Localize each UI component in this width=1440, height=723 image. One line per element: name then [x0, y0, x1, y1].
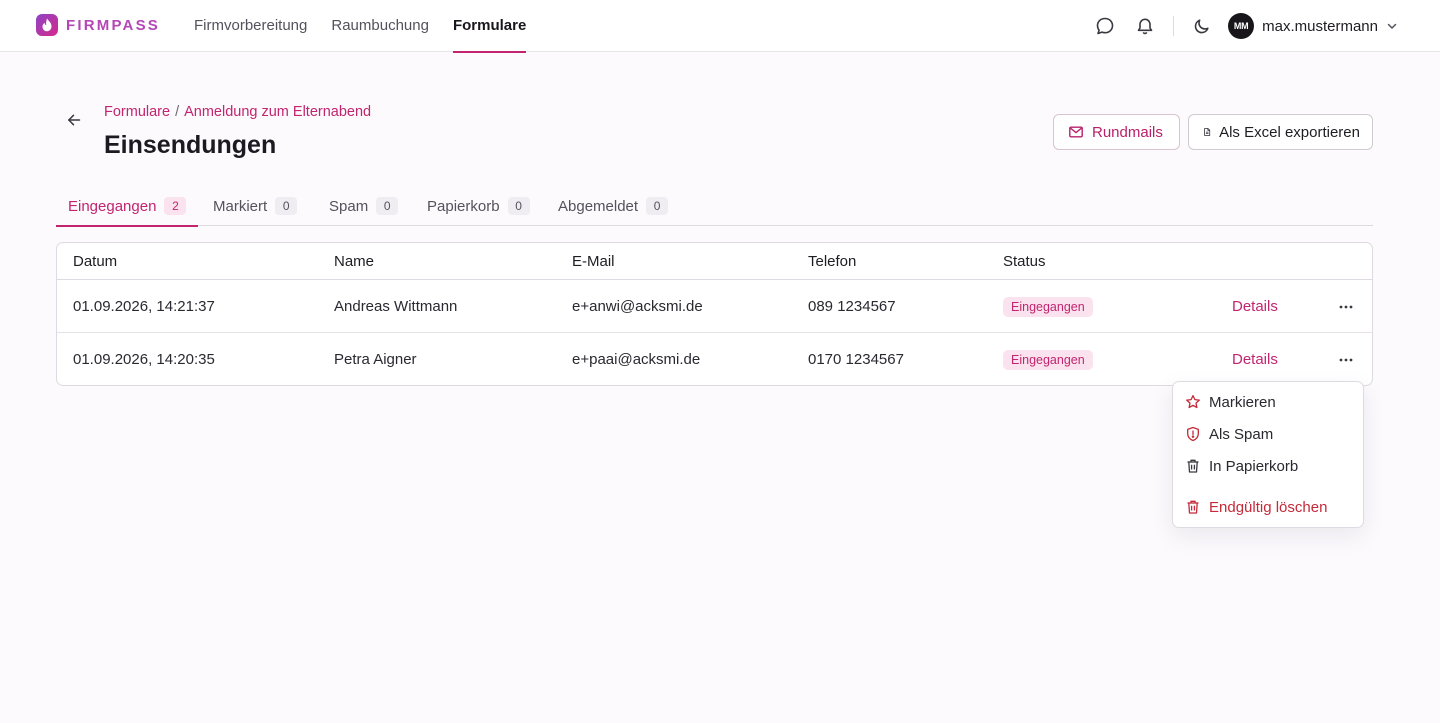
cell-email: e+paai@acksmi.de	[572, 351, 701, 368]
details-link[interactable]: Details	[1232, 280, 1278, 333]
tab-count-badge: 0	[646, 197, 669, 215]
cell-phone: 0170 1234567	[808, 351, 904, 368]
bell-icon[interactable]	[1133, 14, 1157, 38]
cell-date: 01.09.2026, 14:20:35	[73, 351, 215, 368]
cell-email: e+anwi@acksmi.de	[572, 298, 703, 315]
shield-alert-icon	[1187, 426, 1199, 442]
cell-name: Andreas Wittmann	[334, 298, 458, 315]
column-header-telefon[interactable]: Telefon	[808, 243, 856, 280]
file-text-icon	[1204, 128, 1211, 136]
page-title: Einsendungen	[104, 131, 277, 159]
trash-icon	[1187, 500, 1199, 514]
breadcrumb-formulare[interactable]: Formulare	[104, 104, 170, 120]
chat-icon[interactable]	[1093, 14, 1117, 38]
status-badge: Eingegangen	[1003, 350, 1093, 370]
menu-item-label: Als Spam	[1209, 425, 1274, 443]
tab-spam[interactable]: Spam 0	[329, 186, 399, 226]
arrow-left-icon[interactable]	[64, 110, 84, 130]
excel-export-label: Als Excel exportieren	[1219, 123, 1360, 141]
column-header-name[interactable]: Name	[334, 243, 374, 280]
column-header-email[interactable]: E-Mail	[572, 243, 615, 280]
trash-icon	[1187, 459, 1199, 473]
table-row[interactable]: 01.09.2026, 14:21:37 Andreas Wittmann e+…	[57, 280, 1372, 333]
breadcrumb: Formulare / Anmeldung zum Elternabend	[104, 104, 371, 120]
chevron-down-icon[interactable]	[1386, 19, 1400, 33]
tab-markiert[interactable]: Markiert 0	[213, 186, 298, 226]
star-icon	[1186, 394, 1200, 409]
breadcrumb-separator: /	[175, 104, 180, 120]
column-header-datum[interactable]: Datum	[73, 243, 117, 280]
table-header: Datum Name E-Mail Telefon Status	[57, 243, 1372, 280]
rundmails-label: Rundmails	[1092, 123, 1163, 141]
menu-item-label: Markieren	[1209, 393, 1276, 411]
tab-eingegangen[interactable]: Eingegangen 2	[56, 186, 199, 227]
column-header-status[interactable]: Status	[1003, 243, 1046, 280]
brand-logo[interactable]: FIRMPASS	[36, 14, 160, 36]
nav-item-firmvorbereitung[interactable]: Firmvorbereitung	[194, 0, 307, 52]
rundmails-button[interactable]: Rundmails	[1053, 114, 1180, 150]
flame-icon	[36, 14, 58, 36]
more-horizontal-icon[interactable]	[1335, 349, 1357, 371]
tab-label: Eingegangen	[68, 197, 157, 215]
table-row[interactable]: 01.09.2026, 14:20:35 Petra Aigner e+paai…	[57, 333, 1372, 385]
mail-icon	[1069, 126, 1083, 138]
submissions-table: Datum Name E-Mail Telefon Status 01.09.2…	[56, 242, 1373, 386]
menu-item-endgueltig-loeschen[interactable]: Endgültig löschen	[1185, 495, 1327, 519]
nav-item-formulare[interactable]: Formulare	[452, 0, 527, 53]
main-nav: Firmvorbereitung Raumbuchung Formulare	[194, 0, 550, 53]
more-horizontal-icon[interactable]	[1335, 296, 1357, 318]
submission-tabs: Eingegangen 2 Markiert 0 Spam 0 Papierko…	[56, 186, 1373, 227]
tab-count-badge: 2	[164, 197, 187, 215]
status-badge: Eingegangen	[1003, 297, 1093, 317]
breadcrumb-anmeldung[interactable]: Anmeldung zum Elternabend	[184, 104, 371, 120]
brand-name: FIRMPASS	[66, 16, 160, 34]
tab-label: Markiert	[213, 197, 268, 215]
menu-item-markieren[interactable]: Markieren	[1185, 390, 1276, 414]
avatar[interactable]: MM	[1228, 13, 1255, 39]
tab-label: Papierkorb	[427, 197, 500, 215]
tab-abgemeldet[interactable]: Abgemeldet 0	[558, 186, 669, 226]
cell-name: Petra Aigner	[334, 351, 417, 368]
cell-date: 01.09.2026, 14:21:37	[73, 298, 215, 315]
nav-item-raumbuchung[interactable]: Raumbuchung	[331, 0, 429, 52]
tab-count-badge: 0	[275, 197, 298, 215]
tab-label: Abgemeldet	[558, 197, 639, 215]
menu-item-label: In Papierkorb	[1209, 457, 1299, 475]
cell-phone: 089 1234567	[808, 298, 896, 315]
tab-papierkorb[interactable]: Papierkorb 0	[427, 186, 530, 226]
divider	[1173, 16, 1175, 36]
menu-item-label: Endgültig löschen	[1209, 498, 1328, 516]
top-right-controls: MM max.mustermann	[1077, 0, 1400, 52]
tab-label: Spam	[329, 197, 369, 215]
moon-icon[interactable]	[1190, 14, 1214, 38]
details-link[interactable]: Details	[1232, 333, 1278, 385]
username[interactable]: max.mustermann	[1262, 18, 1378, 35]
excel-export-button[interactable]: Als Excel exportieren	[1188, 114, 1373, 150]
menu-item-als-spam[interactable]: Als Spam	[1185, 422, 1273, 446]
tab-count-badge: 0	[507, 197, 530, 215]
menu-item-papierkorb[interactable]: In Papierkorb	[1185, 454, 1298, 478]
row-actions-menu: Markieren Als Spam In Papierkorb Endgült…	[1172, 381, 1364, 528]
tab-count-badge: 0	[376, 197, 399, 215]
top-navigation-bar: FIRMPASS Firmvorbereitung Raumbuchung Fo…	[0, 0, 1440, 53]
